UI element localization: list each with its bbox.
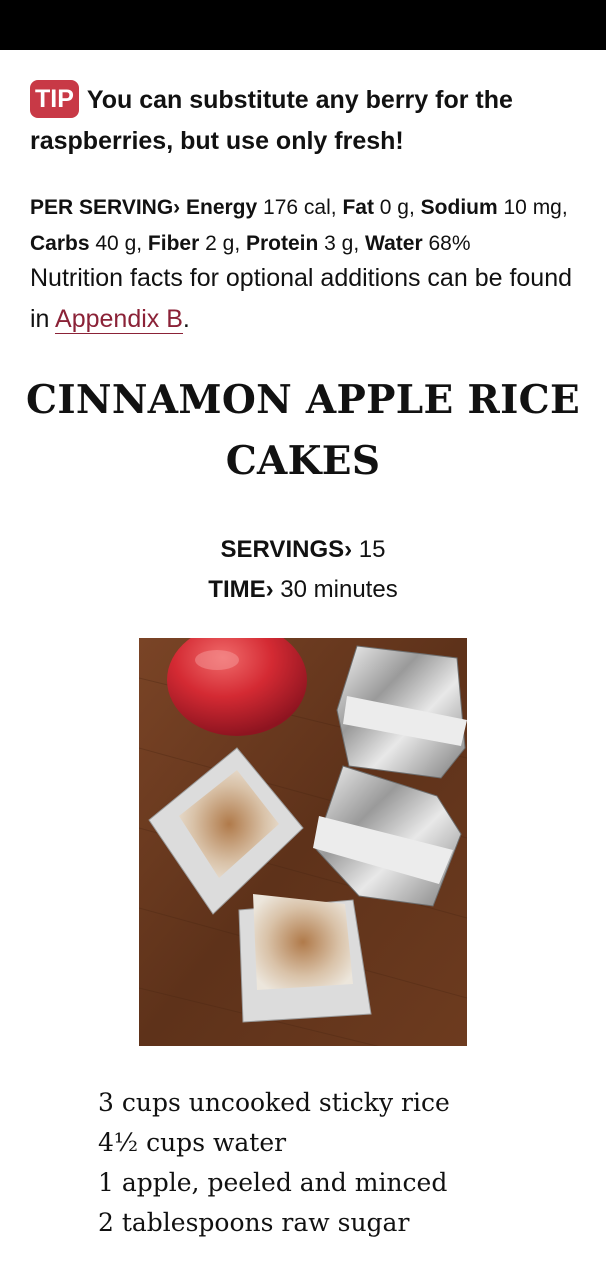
servings-value: 15 [358,536,386,563]
rice-cake-2 [238,894,372,1023]
tip-callout: TIP You can substitute any berry for the … [30,80,582,162]
energy-value: 176 cal [263,196,331,219]
sodium-label: Sodium [420,196,498,219]
nutrition-note: Nutrition facts for optional additions c… [30,258,590,340]
time-label: TIME› [208,576,274,603]
water-label: Water [365,232,423,255]
ingredient-item: 2 tablespoons raw sugar [98,1208,410,1237]
servings-line: SERVINGS› 15 [0,530,606,570]
ingredient-item: 1 apple, peeled and minced [98,1168,448,1197]
protein-value: 3 g [324,232,354,255]
appendix-b-link[interactable]: Appendix B [55,305,183,334]
per-serving-heading: PER SERVING› [30,196,181,219]
nutrition-facts: PER SERVING› Energy 176 cal, Fat 0 g, So… [30,196,568,255]
tip-badge: TIP [30,80,79,118]
carbs-label: Carbs [30,232,90,255]
ingredient-list: 3 cups uncooked sticky rice 4½ cups wate… [98,1083,578,1243]
recipe-photo [139,638,467,1046]
time-value: 30 minutes [280,576,398,603]
carbs-value: 40 g [95,232,137,255]
energy-label: Energy [186,196,258,219]
fat-label: Fat [342,196,374,219]
recipe-page: TIP You can substitute any berry for the … [0,50,606,1280]
fiber-value: 2 g [205,232,235,255]
sodium-value: 10 mg [503,196,562,219]
recipe-title: CINNAMON APPLE RICE CAKES [26,377,580,484]
time-line: TIME› 30 minutes [0,570,606,610]
ingredient-item: 3 cups uncooked sticky rice [98,1088,450,1117]
foil-packet-1 [336,645,467,779]
tip-text: You can substitute any berry for the ras… [30,86,513,155]
note-end: . [182,305,190,333]
servings-label: SERVINGS› [220,536,353,563]
protein-label: Protein [245,232,319,255]
water-value: 68% [428,232,471,255]
fiber-label: Fiber [147,232,200,255]
recipe-meta: SERVINGS› 15 TIME› 30 minutes [0,530,606,610]
fat-value: 0 g [379,196,409,219]
status-bar [0,0,606,50]
ingredient-item: 4½ cups water [98,1128,287,1157]
